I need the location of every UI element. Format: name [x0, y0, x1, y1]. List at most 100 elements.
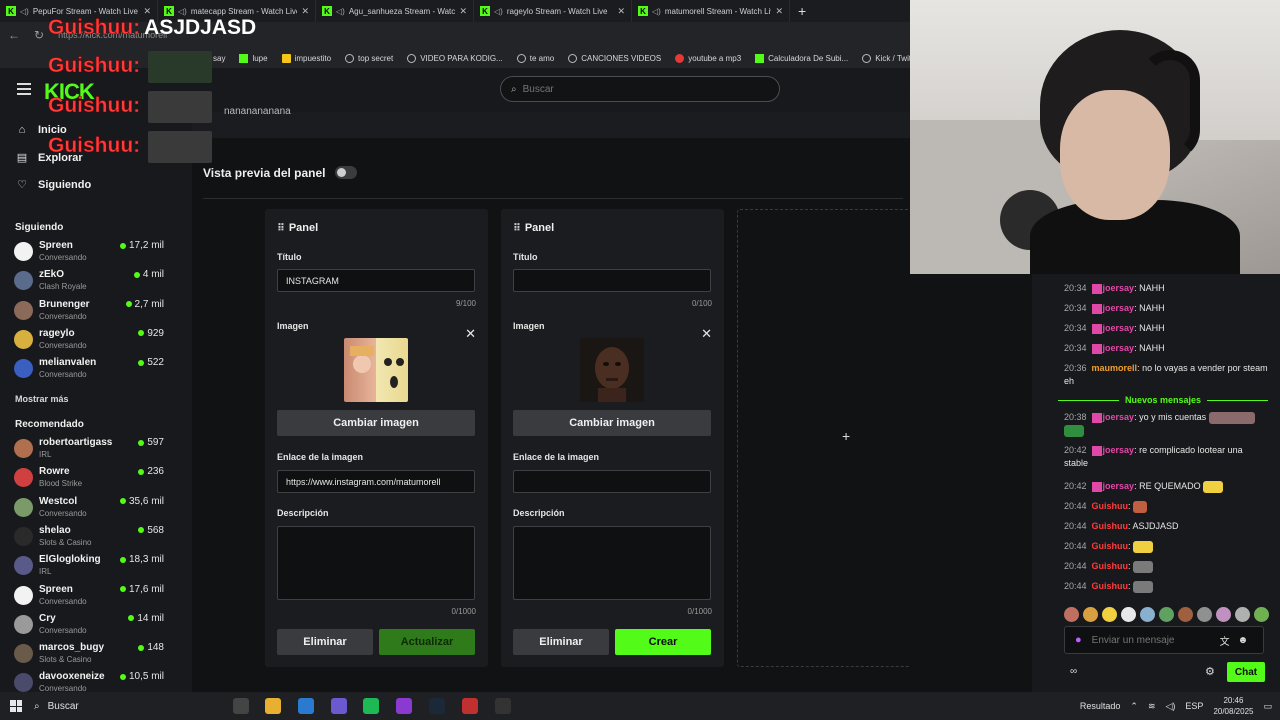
steam-icon[interactable] — [429, 698, 445, 714]
weather-widget[interactable]: Resultado — [1080, 701, 1121, 711]
canva-icon[interactable] — [396, 698, 412, 714]
close-tab-icon[interactable]: ✕ — [459, 6, 467, 17]
notification-icon[interactable]: ▭ — [1263, 701, 1272, 712]
gear-icon[interactable]: ⚙ — [1205, 665, 1215, 678]
bookmark[interactable]: CANCIONES VIDEOS — [568, 53, 661, 63]
browser-tab-active[interactable]: K ◁) matumorell Stream - Watch Live ✕ — [632, 0, 790, 22]
points-icon[interactable]: ∞ — [1070, 666, 1077, 677]
sidebar-channel[interactable]: zEkO Clash Royale 4 mil — [14, 269, 164, 297]
update-button[interactable]: Actualizar — [379, 629, 475, 655]
image-link-input[interactable] — [277, 470, 475, 493]
sidebar-channel[interactable]: Westcol Conversando 35,6 mil — [14, 496, 164, 524]
chevron-up-icon[interactable]: ⌃ — [1130, 701, 1138, 712]
sidebar-channel[interactable]: melianvalen Conversando 522 — [14, 357, 164, 385]
change-image-button[interactable]: Cambiar imagen — [277, 410, 475, 436]
sidebar-channel[interactable]: Spreen Conversando 17,2 mil — [14, 240, 164, 268]
taskbar-search[interactable]: ⌕ Buscar — [34, 696, 224, 716]
bookmark[interactable]: youtube a mp3 — [675, 53, 741, 63]
emote[interactable] — [1197, 607, 1212, 622]
description-textarea[interactable] — [277, 526, 475, 600]
sidebar-channel[interactable]: Brunenger Conversando 2,7 mil — [14, 299, 164, 327]
bookmark[interactable]: te amo — [516, 53, 554, 63]
chat-username[interactable]: Guishuu — [1092, 521, 1129, 531]
language-indicator[interactable]: ESP — [1185, 701, 1203, 711]
emoji-icon[interactable]: ☻ — [1238, 635, 1249, 646]
close-tab-icon[interactable]: ✕ — [617, 6, 625, 17]
translate-icon[interactable]: 文 — [1220, 633, 1230, 648]
sidebar-channel[interactable]: robertoartigass IRL 597 — [14, 437, 164, 465]
task-view-icon[interactable] — [233, 698, 249, 714]
sidebar-channel[interactable]: shelao Slots & Casino 568 — [14, 525, 164, 553]
sidebar-channel[interactable]: davooxeneize Conversando 10,5 mil — [14, 671, 164, 692]
nav-following[interactable]: ♡ Siguiendo — [16, 178, 91, 192]
delete-button[interactable]: Eliminar — [277, 629, 373, 655]
menu-icon[interactable] — [17, 83, 31, 95]
sidebar-channel[interactable]: Cry Conversando 14 mil — [14, 613, 164, 641]
speaker-icon[interactable]: ◁) — [336, 7, 345, 16]
search-box[interactable]: ⌕ — [500, 76, 780, 102]
show-more-link[interactable]: Mostrar más — [15, 394, 69, 404]
chat-input[interactable] — [1091, 634, 1212, 646]
chat-username[interactable]: joersay — [1103, 343, 1135, 353]
sidebar-channel[interactable]: Spreen Conversando 17,6 mil — [14, 584, 164, 612]
emote[interactable] — [1064, 607, 1079, 622]
chat-username[interactable]: joersay — [1103, 283, 1135, 293]
bookmark[interactable]: VIDEO PARA KODIG... — [407, 53, 503, 63]
sidebar-channel[interactable]: Rowre Blood Strike 236 — [14, 466, 164, 494]
emote[interactable] — [1216, 607, 1231, 622]
drag-handle-icon[interactable]: ⠿ — [513, 223, 521, 234]
emote[interactable] — [1178, 607, 1193, 622]
chat-input-box[interactable]: ● 文 ☻ — [1064, 626, 1264, 654]
chat-username[interactable]: joersay — [1103, 412, 1135, 422]
chat-username[interactable]: Guishuu — [1092, 581, 1129, 591]
emote[interactable] — [1140, 607, 1155, 622]
chat-username[interactable]: joersay — [1103, 481, 1135, 491]
sidebar-channel[interactable]: marcos_bugy Slots & Casino 148 — [14, 642, 164, 670]
bookmark[interactable]: top secret — [345, 53, 393, 63]
obs-icon[interactable] — [495, 698, 511, 714]
file-explorer-icon[interactable] — [265, 698, 281, 714]
description-textarea[interactable] — [513, 526, 711, 600]
volume-icon[interactable]: ◁) — [1166, 701, 1176, 712]
bookmark[interactable]: impuestito — [281, 53, 331, 63]
chat-username[interactable]: maumorell — [1092, 363, 1138, 373]
close-tab-icon[interactable]: ✕ — [143, 6, 151, 17]
title-input[interactable] — [277, 269, 475, 292]
delete-button[interactable]: Eliminar — [513, 629, 609, 655]
search-input[interactable] — [522, 83, 753, 95]
emote[interactable] — [1159, 607, 1174, 622]
chat-username[interactable]: joersay — [1103, 445, 1135, 455]
close-tab-icon[interactable]: ✕ — [775, 6, 783, 17]
app-icon[interactable] — [462, 698, 478, 714]
speaker-icon[interactable]: ◁) — [494, 7, 503, 16]
chat-username[interactable]: Guishuu — [1092, 561, 1129, 571]
back-arrow-icon[interactable]: ← — [8, 28, 20, 42]
new-messages-divider[interactable]: Nuevos mensajes — [1058, 394, 1269, 406]
messenger-icon[interactable] — [331, 698, 347, 714]
panel-preview-toggle[interactable] — [335, 166, 357, 179]
panel-header[interactable]: ⠿ Panel — [277, 222, 318, 234]
close-tab-icon[interactable]: ✕ — [301, 6, 309, 17]
remove-image-icon[interactable]: ✕ — [701, 326, 712, 342]
bookmark[interactable]: Kick / Twitch VOD — [862, 53, 910, 63]
panel-header[interactable]: ⠿ Panel — [513, 222, 554, 234]
chat-username[interactable]: Guishuu — [1092, 541, 1129, 551]
chat-username[interactable]: Guishuu — [1092, 501, 1129, 511]
emote[interactable] — [1254, 607, 1269, 622]
drag-handle-icon[interactable]: ⠿ — [277, 223, 285, 234]
remove-image-icon[interactable]: ✕ — [465, 326, 476, 342]
reload-icon[interactable]: ↻ — [34, 28, 44, 42]
spotify-icon[interactable] — [363, 698, 379, 714]
chat-username[interactable]: joersay — [1103, 323, 1135, 333]
bookmark[interactable]: Calculadora De Subi... — [755, 53, 848, 63]
microphone-icon[interactable]: ● — [1075, 634, 1082, 646]
chat-send-button[interactable]: Chat — [1227, 662, 1265, 682]
windows-start-icon[interactable] — [10, 700, 22, 712]
speaker-icon[interactable]: ◁) — [178, 7, 187, 16]
new-tab-button[interactable]: + — [798, 3, 806, 19]
browser-tab[interactable]: K ◁) rageylo Stream - Watch Live ✕ — [474, 0, 632, 22]
sidebar-channel[interactable]: rageylo Conversando 929 — [14, 328, 164, 356]
clock[interactable]: 20:46 20/08/2025 — [1213, 695, 1253, 717]
emote[interactable] — [1121, 607, 1136, 622]
sidebar-channel[interactable]: ElGlogloking IRL 18,3 mil — [14, 554, 164, 582]
